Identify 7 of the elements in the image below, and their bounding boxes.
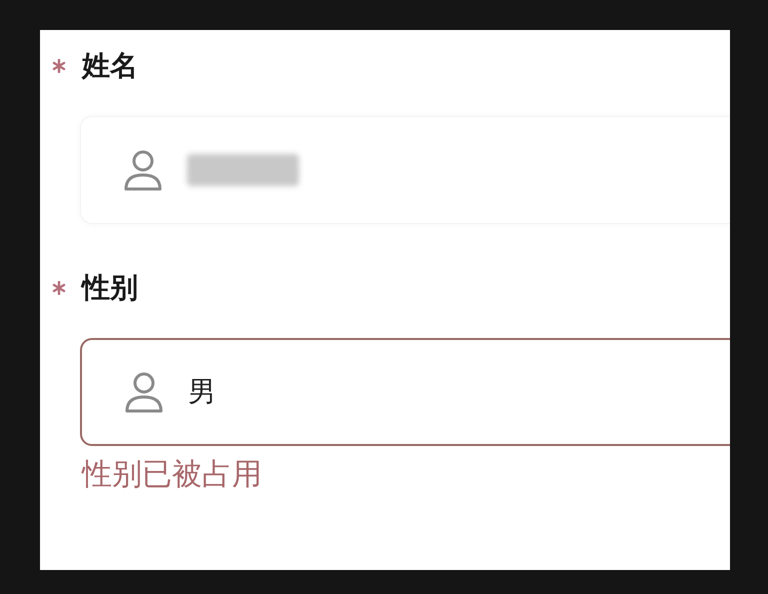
field-label: 姓名 <box>82 49 138 83</box>
person-icon <box>124 370 164 414</box>
input-field[interactable] <box>80 116 730 224</box>
input-field[interactable]: 男 <box>80 338 730 446</box>
person-icon <box>123 148 163 192</box>
error-message: 性别已被占用 <box>82 457 263 493</box>
field-label: 性别 <box>82 271 138 305</box>
